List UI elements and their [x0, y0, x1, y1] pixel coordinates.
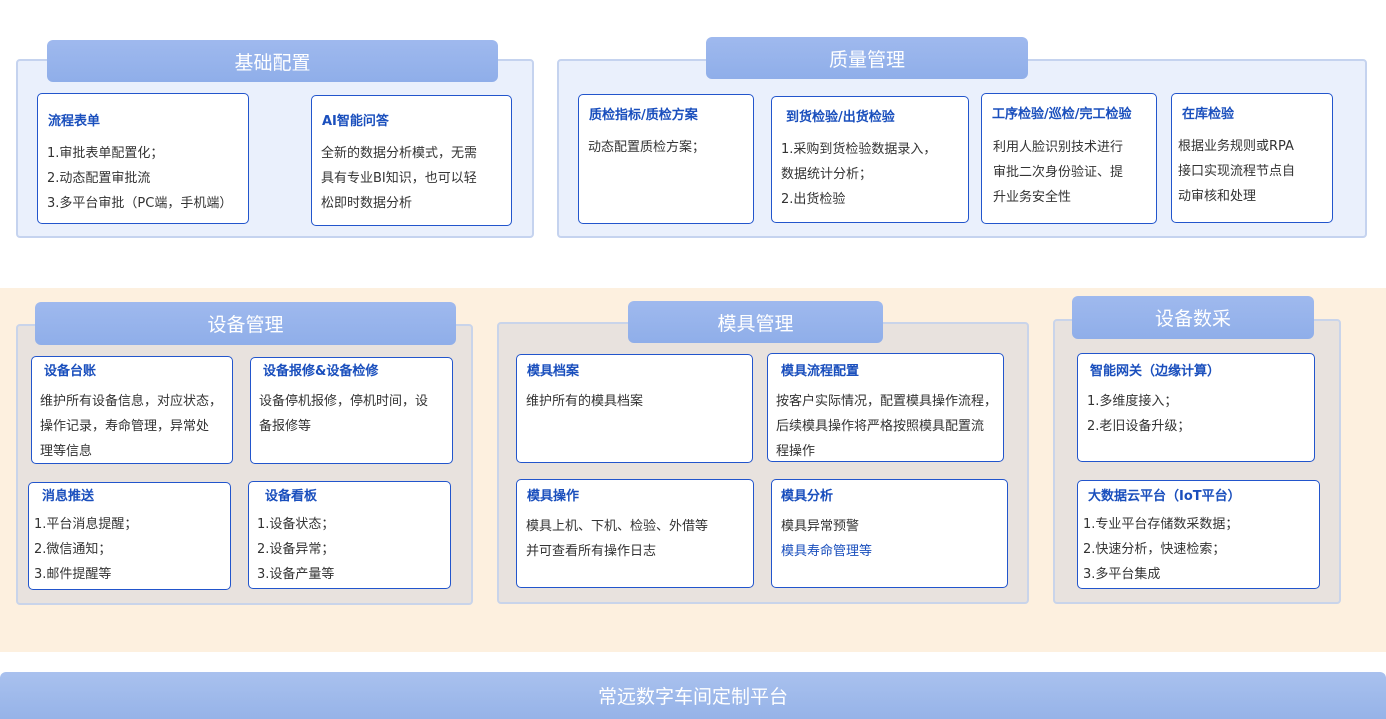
card-line: 并可查看所有操作日志 — [526, 544, 657, 559]
qc-index-card: 质检指标/质检方案 动态配置质检方案； — [578, 94, 754, 224]
card-line: 审批二次身份验证、提 — [993, 165, 1124, 180]
card-title: 在库检验 — [1182, 107, 1235, 122]
mold-analysis-card: 模具分析 模具异常预警 模具寿命管理等 — [771, 479, 1008, 588]
card-line: 接口实现流程节点自 — [1178, 164, 1296, 179]
process-inspection-card: 工序检验/巡检/完工检验 利用人脸识别技术进行 审批二次身份验证、提 升业务安全… — [981, 93, 1157, 224]
card-line: 松即时数据分析 — [321, 196, 413, 211]
card-title: 到货检验/出货检验 — [786, 110, 895, 125]
card-line: 2.动态配置审批流 — [47, 171, 151, 186]
card-line: 3.多平台集成 — [1083, 567, 1161, 582]
card-line: 根据业务规则或RPA — [1178, 139, 1294, 154]
card-title: 设备看板 — [265, 489, 318, 504]
card-title: 模具分析 — [781, 489, 834, 504]
card-line: 按客户实际情况，配置模具操作流程， — [776, 394, 998, 409]
quality-header: 质量管理 — [706, 37, 1028, 79]
smart-gateway-card: 智能网关（边缘计算） 1.多维度接入； 2.老旧设备升级； — [1077, 353, 1315, 462]
card-line: 1.专业平台存储数采数据； — [1083, 517, 1239, 532]
card-line: 3.多平台审批（PC端，手机端） — [47, 196, 233, 211]
card-line: 3.设备产量等 — [257, 567, 335, 582]
card-line: 维护所有的模具档案 — [526, 394, 644, 409]
card-line: 3.邮件提醒等 — [34, 567, 112, 582]
card-line: 1.审批表单配置化； — [47, 146, 164, 161]
arrival-inspection-card: 到货检验/出货检验 1.采购到货检验数据录入， 数据统计分析； 2.出货检验 — [771, 96, 969, 223]
card-line: 2.出货检验 — [781, 192, 846, 207]
card-line: 数据统计分析； — [781, 167, 873, 182]
card-line: 2.设备异常； — [257, 542, 335, 557]
mold-operation-card: 模具操作 模具上机、下机、检验、外借等 并可查看所有操作日志 — [516, 479, 754, 588]
card-line: 模具上机、下机、检验、外借等 — [526, 519, 709, 534]
card-line: 1.平台消息提醒； — [34, 517, 138, 532]
card-title: 大数据云平台（IoT平台） — [1088, 489, 1241, 504]
card-line: 全新的数据分析模式，无需 — [321, 146, 478, 161]
card-line: 2.微信通知； — [34, 542, 112, 557]
card-line: 模具异常预警 — [781, 519, 860, 534]
message-push-card: 消息推送 1.平台消息提醒； 2.微信通知； 3.邮件提醒等 — [28, 482, 231, 590]
mold-header: 模具管理 — [628, 301, 883, 343]
stock-inspection-card: 在库检验 根据业务规则或RPA 接口实现流程节点自 动审核和处理 — [1171, 93, 1333, 223]
card-line: 维护所有设备信息，对应状态， — [40, 394, 223, 409]
card-line: 利用人脸识别技术进行 — [993, 140, 1124, 155]
process-form-card: 流程表单 1.审批表单配置化； 2.动态配置审批流 3.多平台审批（PC端，手机… — [37, 93, 249, 224]
card-line: 理等信息 — [40, 444, 93, 459]
card-line: 程操作 — [776, 444, 816, 459]
card-line: 设备停机报修，停机时间，设 — [259, 394, 429, 409]
equipment-repair-card: 设备报修&设备检修 设备停机报修，停机时间，设 备报修等 — [250, 357, 453, 464]
card-title: 设备台账 — [44, 364, 97, 379]
card-title: 智能网关（边缘计算） — [1090, 364, 1221, 379]
card-line: 动态配置质检方案； — [588, 140, 706, 155]
card-line: 2.老旧设备升级； — [1087, 419, 1191, 434]
card-title: 质检指标/质检方案 — [589, 108, 698, 123]
card-line: 模具寿命管理等 — [781, 544, 873, 559]
card-line: 升业务安全性 — [993, 190, 1072, 205]
card-title: 模具档案 — [527, 364, 580, 379]
card-title: 流程表单 — [48, 114, 101, 129]
equipment-header: 设备管理 — [35, 302, 456, 345]
basic-config-header: 基础配置 — [47, 40, 498, 82]
card-line: 1.采购到货检验数据录入， — [781, 142, 937, 157]
card-line: 操作记录，寿命管理，异常处 — [40, 419, 210, 434]
card-line: 后续模具操作将严格按照模具配置流 — [776, 419, 985, 434]
card-line: 1.设备状态； — [257, 517, 335, 532]
ai-qa-card: AI智能问答 全新的数据分析模式，无需 具有专业BI知识，也可以轻 松即时数据分… — [311, 95, 512, 226]
platform-bar: 常远数字车间定制平台 — [0, 672, 1386, 719]
card-title: AI智能问答 — [322, 114, 389, 129]
mold-archive-card: 模具档案 维护所有的模具档案 — [516, 354, 753, 463]
card-title: 消息推送 — [42, 489, 95, 504]
card-title: 模具操作 — [527, 489, 580, 504]
card-line: 备报修等 — [259, 419, 312, 434]
card-line: 动审核和处理 — [1178, 189, 1257, 204]
card-line: 具有专业BI知识，也可以轻 — [321, 171, 477, 186]
card-title: 模具流程配置 — [781, 364, 860, 379]
card-line: 1.多维度接入； — [1087, 394, 1178, 409]
data-collection-header: 设备数采 — [1072, 296, 1314, 339]
card-line: 2.快速分析，快速检索； — [1083, 542, 1226, 557]
card-title: 设备报修&设备检修 — [263, 364, 379, 379]
card-title: 工序检验/巡检/完工检验 — [992, 107, 1132, 122]
equipment-dashboard-card: 设备看板 1.设备状态； 2.设备异常； 3.设备产量等 — [248, 481, 451, 589]
big-data-cloud-card: 大数据云平台（IoT平台） 1.专业平台存储数采数据； 2.快速分析，快速检索；… — [1077, 480, 1320, 589]
mold-flow-config-card: 模具流程配置 按客户实际情况，配置模具操作流程， 后续模具操作将严格按照模具配置… — [767, 353, 1004, 462]
equipment-ledger-card: 设备台账 维护所有设备信息，对应状态， 操作记录，寿命管理，异常处 理等信息 — [31, 356, 233, 464]
